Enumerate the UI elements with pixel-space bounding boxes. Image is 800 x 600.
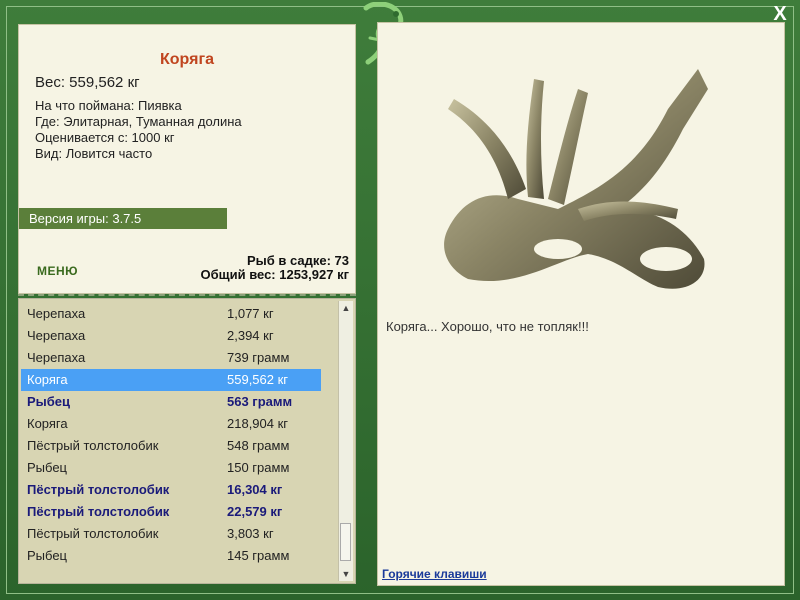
list-item[interactable]: Рыбец 563 грамм [21, 391, 321, 413]
list-item[interactable]: Рыбец 145 грамм [21, 545, 321, 567]
location-text: Где: Элитарная, Туманная долина [35, 114, 242, 129]
fish-weight: Вес: 559,562 кг [35, 74, 140, 91]
list-scrollbar[interactable]: ▲ ▼ [338, 301, 353, 581]
total-weight: Общий вес: 1253,927 кг [200, 267, 349, 282]
catch-stats: Рыб в садке: 73 Общий вес: 1253,927 кг [200, 254, 349, 282]
fish-caption: Коряга... Хорошо, что не топляк!!! [386, 319, 589, 334]
divider [18, 294, 356, 296]
list-item[interactable]: Пёстрый толстолобик 22,579 кг [21, 501, 321, 523]
fish-list[interactable]: Черепаха 1,077 кг Черепаха 2,394 кг Черепа… [18, 298, 356, 584]
list-item[interactable]: Пёстрый толстолобик 548 грамм [21, 435, 321, 457]
scroll-down-icon[interactable]: ▼ [339, 567, 353, 581]
scroll-thumb[interactable] [340, 523, 351, 561]
right-panel: Коряга... Хорошо, что не топляк!!! Горяч… [377, 22, 785, 586]
valued-from-text: Оценивается с: 1000 кг [35, 130, 175, 145]
fish-info-panel: Коряга Вес: 559,562 кг На что поймана: П… [18, 24, 356, 294]
driftwood-image [444, 69, 708, 289]
hotkeys-link[interactable]: Горячие клавиши [382, 567, 487, 581]
caught-with-text: На что поймана: Пиявка [35, 98, 182, 113]
fish-count: Рыб в садке: 73 [246, 253, 349, 268]
window-frame: X Коряга Вес: 559,562 кг На что поймана:… [0, 0, 800, 600]
game-version-bar: Версия игры: 3.7.5 [19, 208, 227, 229]
list-item[interactable]: Пёстрый толстолобик 16,304 кг [21, 479, 321, 501]
menu-button[interactable]: МЕНЮ [37, 264, 78, 278]
scroll-up-icon[interactable]: ▲ [339, 301, 353, 315]
list-item-selected[interactable]: Коряга 559,562 кг [21, 369, 321, 391]
list-item[interactable]: Пёстрый толстолобик 3,803 кг [21, 523, 321, 545]
list-item[interactable]: Черепаха 2,394 кг [21, 325, 321, 347]
left-panel: Коряга Вес: 559,562 кг На что поймана: П… [16, 22, 358, 586]
fish-title: Коряга [160, 51, 214, 68]
list-item[interactable]: Черепаха 739 грамм [21, 347, 321, 369]
kind-text: Вид: Ловится часто [35, 146, 153, 161]
close-button[interactable]: X [770, 4, 790, 24]
fish-details: На что поймана: Пиявка Где: Элитарная, Т… [35, 98, 242, 162]
list-item[interactable]: Рыбец 150 грамм [21, 457, 321, 479]
list-item[interactable]: Черепаха 1,077 кг [21, 303, 321, 325]
list-item[interactable]: Коряга 218,904 кг [21, 413, 321, 435]
